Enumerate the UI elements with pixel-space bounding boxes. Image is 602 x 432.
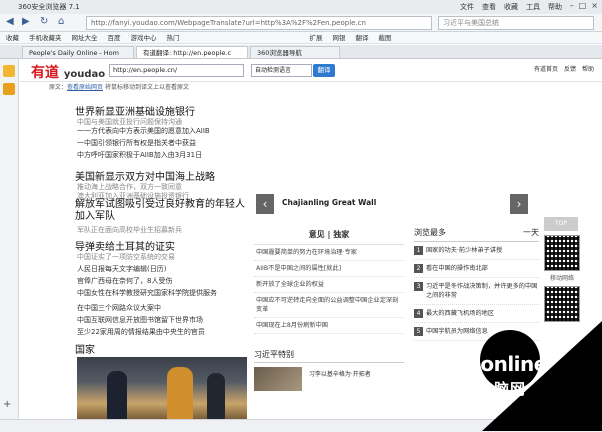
xi-special-panel: 习近平特别 习李以基辛格为·开拓者 [254,349,404,391]
youdao-links: 有道首页 反馈 帮助 [534,64,594,73]
left-sidebar: + [0,59,19,419]
xi-special-thumbnail[interactable] [254,367,302,391]
youdao-home-link[interactable]: 有道首页 [534,64,558,73]
address-row: ◀ ▶ ↻ ⌂ http://fanyi.youdao.com/WebpageT… [0,14,602,32]
bookmark-item[interactable]: 手机收藏夹 [29,32,62,43]
news-headline[interactable]: 导弹卖给土耳其的证实 [75,238,175,253]
feedback-link[interactable]: 反馈 [564,64,576,73]
minimize-icon[interactable]: – [570,1,574,10]
qr-code [544,235,580,271]
news-line[interactable]: 军队正在面向高校毕业生招募新兵 [77,225,182,235]
maximize-icon[interactable]: □ [579,1,587,10]
refresh-icon[interactable]: ↻ [40,16,48,27]
back-to-top-button[interactable]: TOP [544,217,578,231]
bookmark-item[interactable]: 翻译 [356,32,369,43]
menu-item-favorites[interactable]: 收藏 [504,2,518,12]
news-photo[interactable] [77,357,247,419]
news-headline[interactable]: 美国新显示双方对中国海上战略 [75,168,215,183]
most-viewed-item[interactable]: 1 国家的功夫·前少林弟子讲授 [414,242,539,260]
photo-slider: ‹ Chajianling Great Wall › [252,191,540,217]
news-headline[interactable]: 世界新显亚洲基础设施银行 [75,103,195,118]
help-link[interactable]: 帮助 [582,64,594,73]
qr-code [544,286,580,322]
most-viewed-period-tab[interactable]: 一天 [523,227,539,238]
view-original-link[interactable]: 查看原始网页 [67,84,103,91]
bookmark-item[interactable]: 网银 [333,32,346,43]
youdao-subline: 原文：查看原始网页 将鼠标移动到译文上以查看原文 [49,84,189,91]
news-line[interactable]: 中国女性在科学教授研究国家科学院提供服务 [77,288,217,298]
opinion-item[interactable]: AIIB不是中国之间的属性[就此] [254,261,404,277]
slider-prev-button[interactable]: ‹ [256,194,274,214]
back-icon[interactable]: ◀ [6,16,14,27]
home-icon[interactable]: ⌂ [58,16,64,27]
watermark-cn: 太平洋电脑网 [430,380,527,398]
bookmark-item[interactable]: 截图 [379,32,392,43]
news-line[interactable]: 人民日报每天文字编辑(日历) [77,264,166,274]
most-viewed-title: 浏览最多 [414,228,446,237]
menu-item-view[interactable]: 查看 [482,2,496,12]
app-title: 360安全浏览器 7.1 [18,3,80,11]
news-line[interactable]: 中国证实了一项防空系统的交易 [77,252,175,262]
menu-item-file[interactable]: 文件 [460,2,474,12]
bookmarks-bar: 收藏 手机收藏夹 网址大全 百度 游戏中心 热门 扩展 网银 翻译 截图 [0,32,602,44]
opinion-item[interactable]: 中国现在上8月份刷新中国 [254,318,404,334]
opinion-item[interactable]: 中国应不可逆转走向全面的公益调整中国企业定深刻变革 [254,293,404,318]
eye-icon[interactable] [3,83,15,95]
title-bar: 360安全浏览器 7.1 文件 查看 收藏 工具 帮助 – □ × [0,0,602,15]
opinion-item[interactable]: 中国霾要简单的努力在环境治理·专家 [254,245,404,261]
slider-caption[interactable]: Chajianling Great Wall [282,198,376,207]
youdao-logo: 有道 youdao [31,65,106,81]
search-input[interactable]: 习近平与美国总统 [438,16,594,30]
slider-next-button[interactable]: › [510,194,528,214]
translate-button[interactable]: 翻译 [313,64,335,77]
news-line[interactable]: 中方呼吁国家积极于AIIB加入由3月31日 [77,150,202,160]
bookmark-item[interactable]: 百度 [108,32,121,43]
window-buttons: – □ × [570,1,598,10]
news-line[interactable]: 一一方代表向中方表示美国的愿意加入AIIB [77,126,210,136]
bookmark-item[interactable]: 游戏中心 [131,32,157,43]
bookmark-item[interactable]: 扩展 [310,32,323,43]
news-line[interactable]: 官俸广西母在奈何了，8人受伤 [77,276,172,286]
news-line[interactable]: 在中国三个网路众议大案中 [77,303,161,313]
tab-strip: People's Daily Online - Hom 有道翻译: http:/… [0,45,602,59]
bookmark-item[interactable]: 网址大全 [72,32,98,43]
add-icon[interactable]: + [3,399,15,411]
news-line[interactable]: 中国互联网信息开放图书馆留下世界市场 [77,315,203,325]
forward-icon[interactable]: ▶ [22,16,30,27]
xi-special-item[interactable]: 习李以基辛格为·开拓者 [309,369,371,378]
most-viewed-header: 浏览最多 一天 [414,227,539,242]
bookmark-item[interactable]: 热门 [167,32,180,43]
menu-item-tools[interactable]: 工具 [526,2,540,12]
tab-360-nav[interactable]: 360浏览器导航 [250,46,340,58]
youdao-bar: 有道 youdao http://en.people.cn/ 自动检测语言 翻译… [19,59,602,82]
news-line[interactable]: 一中国引领银行所有权是指关者中获益 [77,138,196,148]
close-icon[interactable]: × [591,1,598,10]
opinion-item[interactable]: 新开放了全球企业的权益 [254,277,404,293]
most-viewed-item[interactable]: 3 习近平是冬作战决策制，并许更多的中国之间的非常 [414,278,539,305]
tab-people-daily[interactable]: People's Daily Online - Hom [22,46,134,58]
url-input[interactable]: http://fanyi.youdao.com/WebpageTranslate… [86,16,432,30]
xi-special-title[interactable]: 习近平特别 [254,349,404,363]
watermark-brand: PConline [452,352,547,376]
qr-label: 移动网络 [549,275,574,282]
opinion-title[interactable]: 意见 | 独家 [254,227,404,245]
menu-bar: 文件 查看 收藏 工具 帮助 [460,2,562,12]
favorites-icon[interactable] [3,65,15,77]
section-heading-country[interactable]: 国家 [75,341,95,356]
tab-youdao[interactable]: 有道翻译: http://en.people.c [136,46,248,58]
news-headline[interactable]: 解放军试图吸引受过良好教育的年轻人加入军队 [75,199,245,223]
bookmark-item[interactable]: 收藏 [6,32,19,43]
language-select[interactable]: 自动检测语言 [251,64,312,77]
news-line[interactable]: 至少22家用周的情报结果由中央生的官员 [77,327,205,337]
menu-item-help[interactable]: 帮助 [548,2,562,12]
youdao-url-input[interactable]: http://en.people.cn/ [109,64,244,77]
most-viewed-item[interactable]: 2 看在中国的操作南北部 [414,260,539,278]
